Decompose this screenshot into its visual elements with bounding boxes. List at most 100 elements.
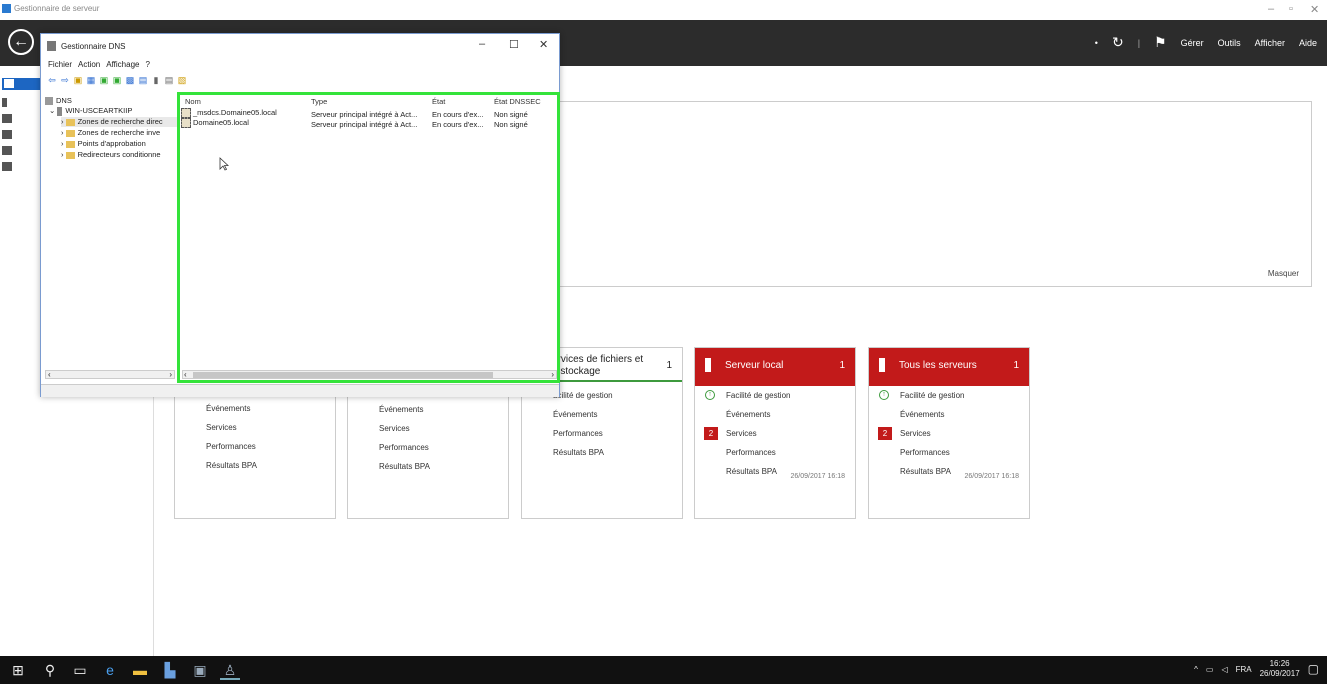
sidebar-item-adds[interactable] — [2, 130, 16, 142]
scroll-right-icon[interactable]: › — [169, 370, 172, 379]
menu-help[interactable]: ? — [145, 58, 149, 72]
volume-icon[interactable]: ◁ — [1221, 665, 1227, 674]
tile-row[interactable]: Performances — [522, 424, 682, 443]
tree-node-reverse-zones[interactable]: › Zones de recherche inve — [61, 128, 160, 138]
tile-row[interactable]: Services — [348, 419, 508, 438]
up-folder-icon[interactable]: ▣ — [73, 75, 83, 85]
tree-label: DNS — [56, 96, 72, 105]
tree-node-dns[interactable]: DNS — [45, 96, 72, 106]
tile-row[interactable]: Résultats BPA — [522, 443, 682, 462]
menu-action[interactable]: Action — [78, 58, 100, 72]
search-icon[interactable]: ⚲ — [40, 660, 60, 680]
dns-icon — [2, 146, 12, 155]
language-indicator[interactable]: FRA — [1236, 665, 1252, 674]
sidebar-item-local-server[interactable] — [2, 98, 16, 110]
menu-manage[interactable]: Gérer — [1181, 38, 1204, 48]
tile-row[interactable]: Performances — [695, 443, 855, 462]
server-manager-icon — [2, 4, 11, 13]
tile-row[interactable]: Événements — [175, 399, 335, 418]
tile-row[interactable]: Performances — [869, 443, 1029, 462]
ok-icon: ↑ — [705, 390, 715, 400]
tree-label: Zones de recherche inve — [77, 128, 161, 137]
scroll-left-icon[interactable]: ‹ — [48, 370, 51, 379]
server-manager-taskbar-icon[interactable]: ▙ — [160, 660, 180, 680]
edge-icon[interactable]: e — [100, 660, 120, 680]
help-icon[interactable]: ▩ — [125, 75, 135, 85]
minimize-button[interactable]: – — [1268, 3, 1274, 15]
menu-tools[interactable]: Outils — [1218, 38, 1241, 48]
start-button[interactable]: ⊞ — [8, 660, 28, 680]
dns-minimize-button[interactable]: – — [479, 38, 485, 50]
tile-row[interactable]: Événements — [869, 405, 1029, 424]
hide-link[interactable]: Masquer — [1268, 269, 1299, 278]
server-icon — [57, 106, 63, 116]
tile-row-manageability[interactable]: ↑ Facilité de gestion — [869, 386, 1029, 405]
properties-icon[interactable]: ▤ — [138, 75, 148, 85]
console-tree-icon[interactable]: ▦ — [86, 75, 96, 85]
ok-icon: ↑ — [879, 390, 889, 400]
server-icon — [2, 98, 7, 107]
window-titlebar: Gestionnaire de serveur – ▫ ✕ — [0, 0, 1327, 20]
folder-icon — [65, 140, 75, 148]
dns-window-title: Gestionnaire DNS — [61, 42, 126, 51]
refresh-icon[interactable]: ↻ — [1112, 34, 1124, 51]
file-explorer-icon[interactable]: ▬ — [130, 660, 150, 680]
dns-titlebar[interactable]: Gestionnaire DNS – ☐ ✕ — [41, 34, 559, 58]
refresh-icon[interactable]: ▣ — [99, 75, 109, 85]
menu-help[interactable]: Aide — [1299, 38, 1317, 48]
clock-date: 26/09/2017 — [1259, 669, 1300, 678]
tree-scrollbar[interactable]: ‹ › — [45, 370, 175, 379]
flag-icon[interactable]: ⚑ — [1154, 34, 1167, 51]
close-button[interactable]: ✕ — [1310, 3, 1319, 16]
tree-node-server[interactable]: ⌄ WIN-USCEARTKIIP — [49, 106, 132, 116]
tree-node-forward-zones[interactable]: › Zones de recherche direc — [61, 117, 177, 127]
export-icon[interactable]: ▣ — [112, 75, 122, 85]
tile-header: Serveur local 1 — [695, 348, 855, 386]
notifications-icon[interactable]: ▢ — [1308, 662, 1319, 676]
tile-row[interactable]: Performances — [348, 438, 508, 457]
menu-view[interactable]: Affichage — [106, 58, 139, 72]
menu-file[interactable]: Fichier — [48, 58, 72, 72]
tree-label: Points d'approbation — [77, 139, 146, 148]
server-icon[interactable]: ▮ — [151, 75, 161, 85]
back-button[interactable]: ← — [8, 29, 34, 55]
sidebar-item-all-servers[interactable] — [2, 114, 16, 126]
tree-label: WIN-USCEARTKIIP — [65, 106, 133, 115]
tile-row[interactable]: Services — [175, 418, 335, 437]
tile-row[interactable]: Résultats BPA — [175, 456, 335, 475]
restore-button[interactable]: ▫ — [1289, 3, 1293, 15]
tile-row-manageability[interactable]: ↑ Facilité de gestion — [695, 386, 855, 405]
sidebar-item-file-services[interactable] — [2, 162, 16, 174]
forward-icon[interactable]: ⇨ — [60, 75, 70, 85]
dns-icon — [45, 97, 53, 106]
tile-row[interactable]: Performances — [175, 437, 335, 456]
dns-taskbar-icon[interactable]: ♙ — [220, 660, 240, 680]
dns-close-button[interactable]: ✕ — [539, 38, 548, 51]
all-servers-tile[interactable]: Tous les serveurs 1 ↑ Facilité de gestion… — [868, 347, 1030, 519]
tile-row[interactable]: Événements — [522, 405, 682, 424]
tile-row[interactable]: Événements — [348, 400, 508, 419]
network-icon[interactable]: ▭ — [1206, 665, 1214, 674]
tile-row-services[interactable]: 2 Services — [695, 424, 855, 443]
local-server-tile[interactable]: Serveur local 1 ↑ Facilité de gestion Évé… — [694, 347, 856, 519]
tile-row[interactable]: Résultats BPA — [348, 457, 508, 476]
tile-title: Serveur local — [725, 360, 784, 371]
tree-node-conditional-forwarders[interactable]: › Redirecteurs conditionne — [61, 150, 161, 160]
powershell-icon[interactable]: ▣ — [190, 660, 210, 680]
list-icon[interactable]: ▤ — [164, 75, 174, 85]
menu-view[interactable]: Afficher — [1255, 38, 1285, 48]
tile-count: 1 — [666, 360, 672, 371]
tile-count: 1 — [839, 360, 845, 371]
chevron-up-icon[interactable]: ^ — [1194, 665, 1198, 674]
tile-row[interactable]: Événements — [695, 405, 855, 424]
dns-maximize-button[interactable]: ☐ — [509, 38, 519, 51]
dropdown-arrow-icon[interactable]: • — [1095, 38, 1098, 48]
tile-row-services[interactable]: 2 Services — [869, 424, 1029, 443]
sidebar-item-dns[interactable] — [2, 146, 16, 158]
settings-icon[interactable]: ▧ — [177, 75, 187, 85]
back-icon[interactable]: ⇦ — [47, 75, 57, 85]
window-title: Gestionnaire de serveur — [14, 4, 100, 13]
tree-node-trust-points[interactable]: › Points d'approbation — [61, 139, 146, 149]
task-view-icon[interactable]: ▭ — [70, 660, 90, 680]
clock[interactable]: 16:26 26/09/2017 — [1260, 659, 1300, 679]
